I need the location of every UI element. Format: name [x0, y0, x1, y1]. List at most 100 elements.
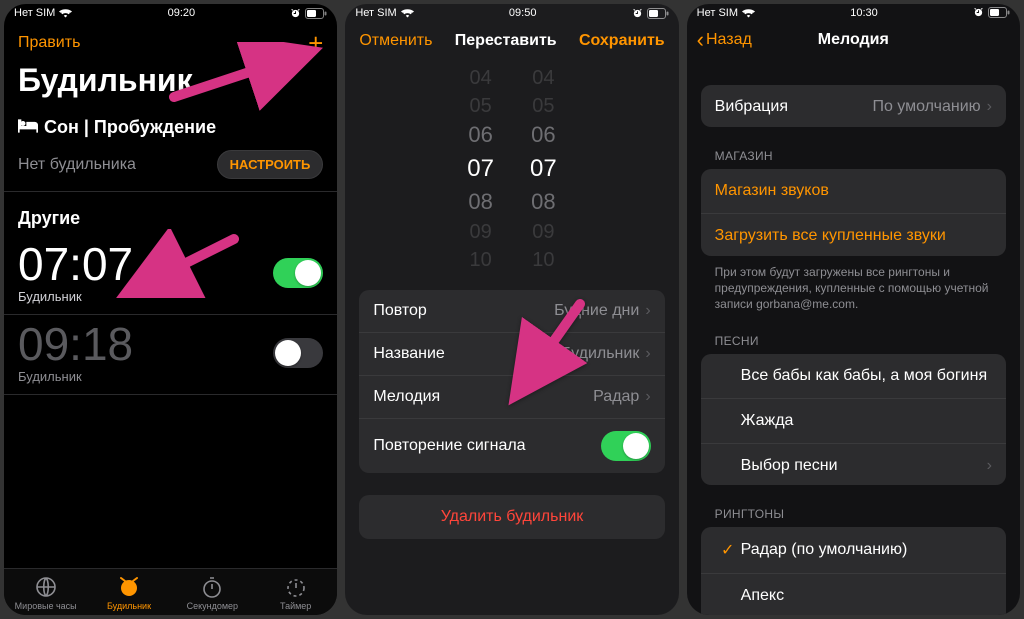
alarm-status-icon [290, 8, 301, 19]
tab-stopwatch[interactable]: Секундомер [171, 569, 254, 615]
store-footer: При этом будут загружены все рингтоны и … [687, 256, 1020, 313]
chevron-right-icon: › [645, 345, 650, 363]
carrier-label: Нет SIM [697, 7, 738, 19]
chevron-left-icon: ‹ [697, 29, 704, 51]
alarm-row[interactable]: 07:07 Будильник [4, 235, 337, 315]
picker-hours[interactable]: 04 05 06 07 08 09 10 [467, 64, 494, 274]
wifi-icon [401, 8, 414, 18]
other-alarms-header: Другие [4, 192, 337, 235]
chevron-right-icon: › [987, 457, 992, 475]
back-label: Назад [706, 31, 752, 49]
row-label: Название [373, 345, 445, 363]
row-label: Вибрация [715, 98, 873, 116]
battery-icon [305, 8, 327, 19]
alarm-options-group: Повтор Будние дни › Название Будильник › М… [359, 290, 664, 473]
time-picker[interactable]: 04 05 06 07 08 09 10 04 05 06 07 08 09 1… [345, 60, 678, 290]
sleep-section-label: Сон | Пробуждение [44, 117, 216, 138]
song-row[interactable]: Жажда [701, 399, 1006, 444]
ringtone-row[interactable]: Апекс [701, 574, 1006, 615]
screen-alarm-list: Нет SIM 09:20 Править + Будильник Сон | … [4, 4, 337, 615]
row-value: Будильник [561, 345, 639, 363]
battery-icon [988, 7, 1010, 18]
alarm-label: Будильник [18, 369, 133, 384]
vibration-group: Вибрация По умолчанию › [701, 85, 1006, 128]
save-button[interactable]: Сохранить [579, 32, 665, 50]
status-bar: Нет SIM 09:20 [4, 4, 337, 22]
row-label: Выбор песни [741, 457, 987, 475]
row-value: Радар [593, 388, 639, 406]
vibration-row[interactable]: Вибрация По умолчанию › [701, 85, 1006, 128]
songs-header: ПЕСНИ [687, 312, 1020, 354]
tab-world-clock[interactable]: Мировые часы [4, 569, 87, 615]
ringtone-name: Апекс [741, 587, 992, 605]
battery-icon [647, 8, 669, 19]
song-row[interactable]: Все бабы как бабы, а моя богиня [701, 354, 1006, 399]
alarm-time: 07:07 [18, 241, 133, 287]
alarm-toggle[interactable] [273, 338, 323, 368]
repeat-row[interactable]: Повтор Будние дни › [359, 290, 664, 333]
chevron-right-icon: › [987, 98, 992, 116]
pick-song-row[interactable]: Выбор песни › [701, 444, 1006, 484]
alarm-label: Будильник [18, 289, 133, 304]
songs-group: Все бабы как бабы, а моя богиня Жажда Вы… [701, 354, 1006, 484]
row-label: Повторение сигнала [373, 437, 525, 455]
row-value: По умолчанию [872, 98, 980, 116]
tab-bar: Мировые часы Будильник Секундомер Таймер [4, 568, 337, 615]
row-label: Магазин звуков [715, 182, 992, 200]
wifi-icon [59, 8, 72, 18]
snooze-row: Повторение сигнала [359, 419, 664, 473]
alarm-toggle[interactable] [273, 258, 323, 288]
no-alarm-label: Нет будильника [18, 156, 136, 174]
sound-row[interactable]: Мелодия Радар › [359, 376, 664, 419]
carrier-label: Нет SIM [355, 7, 396, 19]
setup-sleep-button[interactable]: НАСТРОИТЬ [217, 150, 324, 179]
download-purchased-row[interactable]: Загрузить все купленные звуки [701, 214, 1006, 255]
edit-button[interactable]: Править [18, 34, 80, 52]
store-group: Магазин звуков Загрузить все купленные з… [701, 169, 1006, 255]
carrier-label: Нет SIM [14, 7, 55, 19]
alarm-time: 09:18 [18, 321, 133, 367]
ringtone-row[interactable]: ✓ Радар (по умолчанию) [701, 527, 1006, 574]
alarm-status-icon [973, 7, 984, 18]
bed-icon [18, 117, 38, 138]
row-label: Мелодия [373, 388, 440, 406]
row-label: Повтор [373, 302, 427, 320]
page-title: Будильник [4, 60, 337, 111]
row-label: Загрузить все купленные звуки [715, 227, 992, 245]
tab-alarm[interactable]: Будильник [87, 569, 170, 615]
song-title: Жажда [741, 412, 992, 430]
modal-title: Переставить [455, 32, 557, 50]
row-value: Будние дни [554, 302, 639, 320]
store-header: МАГАЗИН [687, 127, 1020, 169]
tone-store-row[interactable]: Магазин звуков [701, 169, 1006, 214]
tab-timer[interactable]: Таймер [254, 569, 337, 615]
clock-label: 10:30 [850, 7, 878, 19]
check-icon: ✓ [715, 540, 741, 560]
wifi-icon [742, 8, 755, 18]
cancel-button[interactable]: Отменить [359, 32, 432, 50]
tab-label: Мировые часы [15, 601, 77, 611]
clock-label: 09:50 [509, 7, 537, 19]
alarm-row[interactable]: 09:18 Будильник [4, 315, 337, 395]
tab-label: Секундомер [187, 601, 238, 611]
screen-edit-alarm: Нет SIM 09:50 Отменить Переставить Сохра… [345, 4, 678, 615]
add-alarm-button[interactable]: + [308, 30, 323, 56]
tab-label: Будильник [107, 601, 151, 611]
clock-label: 09:20 [168, 7, 196, 19]
back-button[interactable]: ‹ Назад [697, 29, 752, 51]
sleep-section-header: Сон | Пробуждение [4, 111, 337, 146]
chevron-right-icon: › [645, 302, 650, 320]
picker-minutes[interactable]: 04 05 06 07 08 09 10 [530, 64, 557, 274]
screen-sound-picker: Нет SIM 10:30 ‹ Назад Мелодия Вибрация П… [687, 4, 1020, 615]
name-row[interactable]: Название Будильник › [359, 333, 664, 376]
snooze-toggle[interactable] [601, 431, 651, 461]
ringtones-header: РИНГТОНЫ [687, 485, 1020, 527]
song-title: Все бабы как бабы, а моя богиня [741, 367, 992, 385]
alarm-status-icon [632, 8, 643, 19]
status-bar: Нет SIM 10:30 [687, 4, 1020, 21]
tab-label: Таймер [280, 601, 311, 611]
ringtone-name: Радар (по умолчанию) [741, 541, 992, 559]
status-bar: Нет SIM 09:50 [345, 4, 678, 22]
delete-alarm-button[interactable]: Удалить будильник [359, 495, 664, 539]
chevron-right-icon: › [645, 388, 650, 406]
